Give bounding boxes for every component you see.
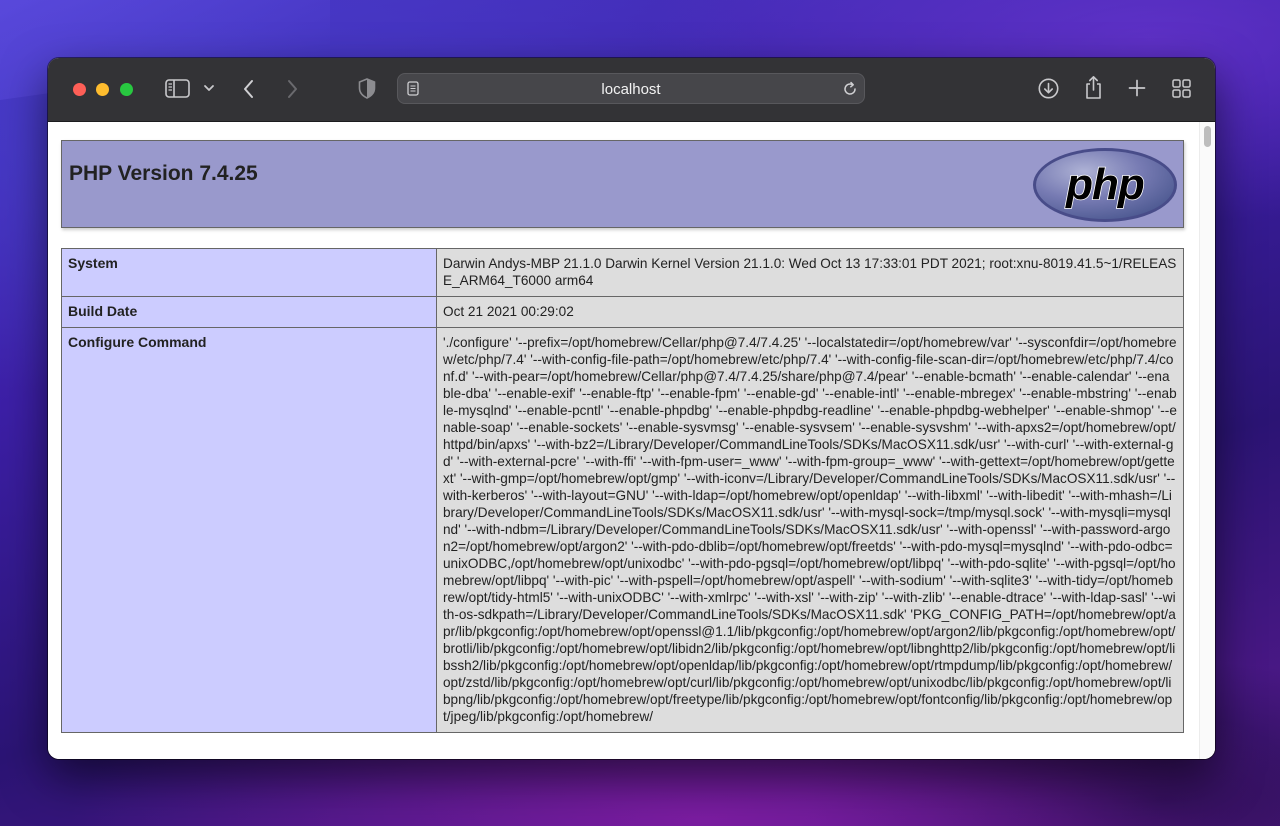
- scrollbar-thumb[interactable]: [1204, 126, 1211, 147]
- page-content[interactable]: PHP Version 7.4.25 php System Darwin And…: [48, 122, 1215, 759]
- shield-icon[interactable]: [358, 78, 376, 99]
- php-logo[interactable]: php: [1032, 147, 1178, 223]
- download-icon[interactable]: [1038, 78, 1059, 99]
- grid-icon[interactable]: [1172, 79, 1191, 98]
- close-window-button[interactable]: [73, 83, 86, 96]
- info-value-configure-command: './configure' '--prefix=/opt/homebrew/Ce…: [436, 327, 1184, 733]
- minimize-window-button[interactable]: [96, 83, 109, 96]
- table-row: Build Date Oct 21 2021 00:29:02: [61, 296, 1184, 328]
- zoom-window-button[interactable]: [120, 83, 133, 96]
- plus-icon[interactable]: [1128, 79, 1146, 97]
- table-row: System Darwin Andys-MBP 21.1.0 Darwin Ke…: [61, 248, 1184, 297]
- chevron-down-icon[interactable]: [203, 82, 215, 94]
- info-key-system: System: [61, 248, 437, 297]
- chevron-left-icon[interactable]: [242, 78, 256, 100]
- address-bar[interactable]: localhost: [397, 73, 865, 104]
- info-value-build-date: Oct 21 2021 00:29:02: [436, 296, 1184, 328]
- php-info-table: System Darwin Andys-MBP 21.1.0 Darwin Ke…: [61, 248, 1184, 733]
- php-logo-text: php: [1065, 160, 1144, 209]
- reload-icon[interactable]: [842, 81, 858, 97]
- vertical-scrollbar[interactable]: [1199, 122, 1215, 759]
- info-key-build-date: Build Date: [61, 296, 437, 328]
- browser-toolbar: localhost: [48, 58, 1215, 122]
- sidebar-icon[interactable]: [165, 79, 190, 98]
- page-title: PHP Version 7.4.25: [69, 162, 258, 185]
- table-row: Configure Command './configure' '--prefi…: [61, 327, 1184, 733]
- info-value-system: Darwin Andys-MBP 21.1.0 Darwin Kernel Ve…: [436, 248, 1184, 297]
- chevron-right-icon[interactable]: [285, 78, 299, 100]
- php-version-header: PHP Version 7.4.25 php: [61, 140, 1184, 228]
- browser-window: localhost PHP Version 7.4.25 php System …: [48, 58, 1215, 759]
- address-text: localhost: [601, 81, 661, 98]
- info-key-configure-command: Configure Command: [61, 327, 437, 733]
- share-icon[interactable]: [1084, 75, 1103, 100]
